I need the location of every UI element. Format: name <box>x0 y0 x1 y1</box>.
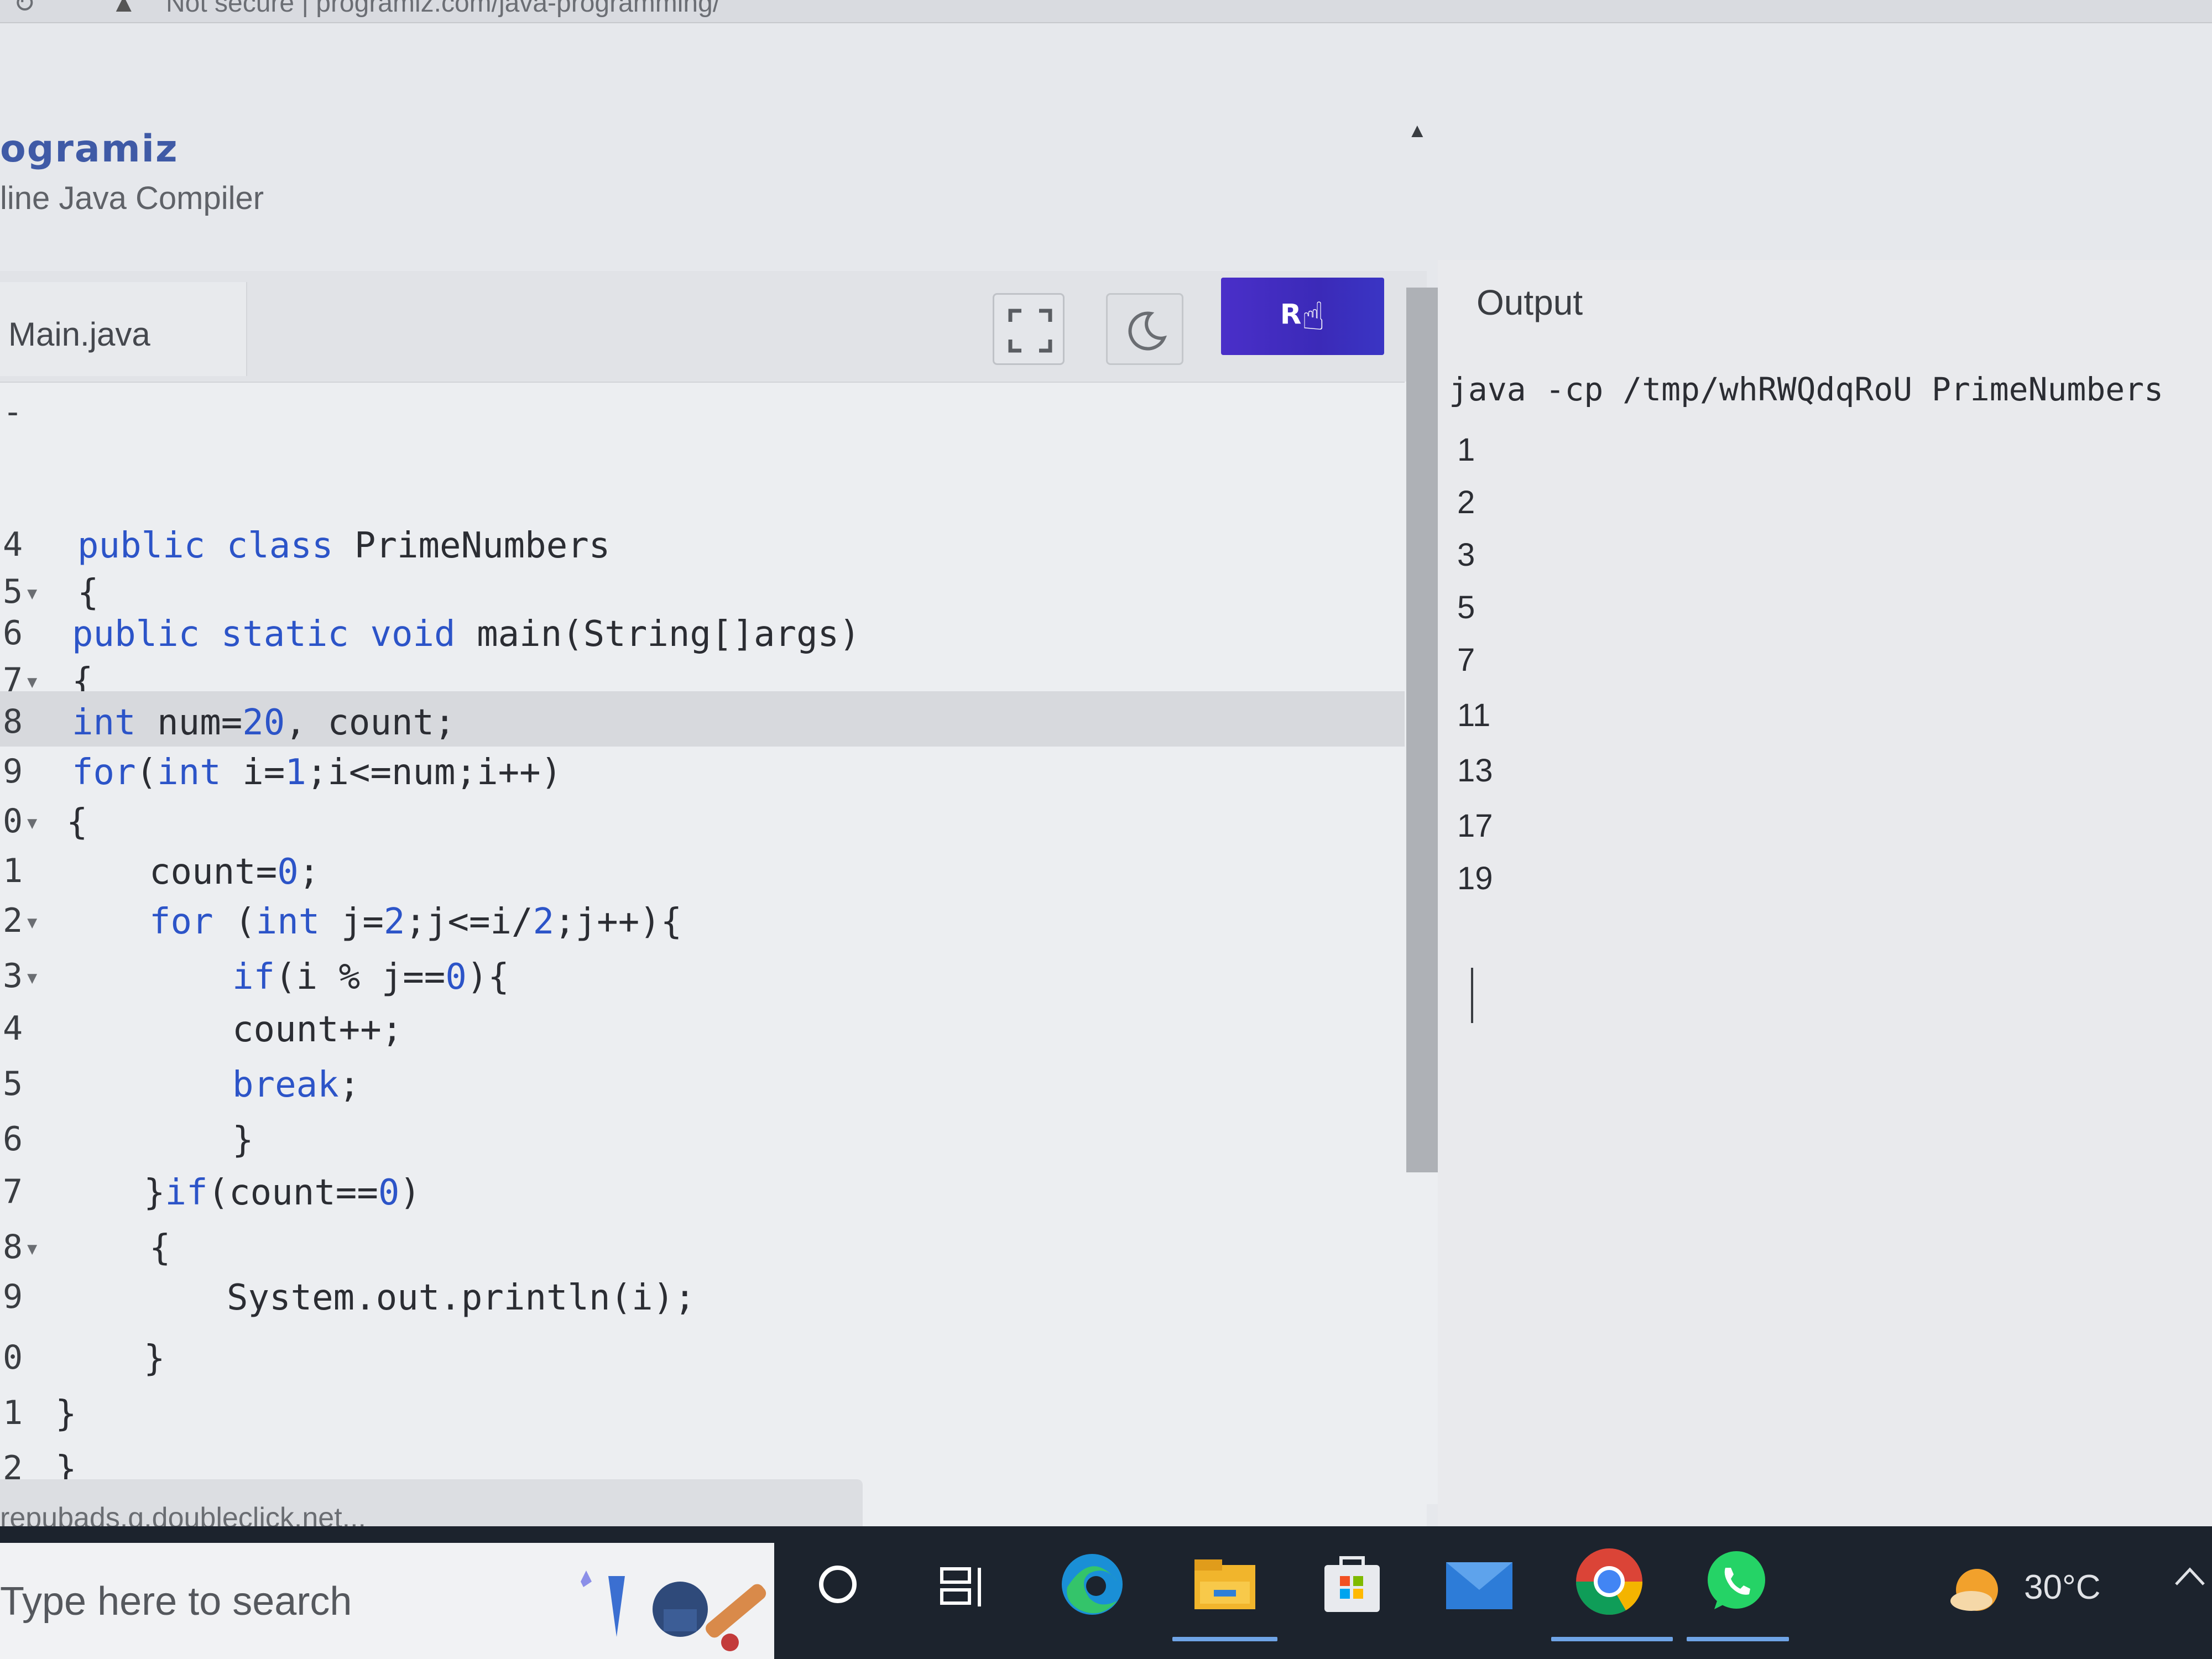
microsoft-store-icon[interactable] <box>1319 1551 1385 1618</box>
fold-arrow-icon[interactable]: ▼ <box>27 968 37 988</box>
code-text: count=0; <box>149 852 320 893</box>
code-text: } <box>144 1338 165 1379</box>
line-number: 9 <box>3 752 23 791</box>
code-text: int num=20, count; <box>72 702 456 743</box>
taskbar-search-placeholder: Type here to search <box>0 1579 352 1624</box>
output-line: 19 <box>1457 860 1493 896</box>
weather-sun-icon[interactable] <box>1947 1565 2002 1620</box>
code-line[interactable]: 5 break; <box>0 1053 1405 1109</box>
line-number: 3 ▼ <box>3 957 38 995</box>
output-header: Output <box>1477 283 1583 322</box>
whatsapp-running-indicator <box>1687 1637 1789 1641</box>
fold-arrow-icon[interactable]: ▼ <box>27 672 37 692</box>
address-url[interactable]: Not secure | programiz.com/java-programm… <box>166 0 720 18</box>
mail-icon[interactable] <box>1443 1554 1515 1615</box>
code-line[interactable]: 8 ▼ { <box>0 1217 1405 1272</box>
page-subtitle: line Java Compiler <box>0 180 264 216</box>
code-text: { <box>66 802 88 843</box>
chrome-icon[interactable] <box>1571 1543 1648 1620</box>
line-number: 4 <box>3 525 23 564</box>
weather-temperature[interactable]: 30°C <box>2024 1568 2101 1607</box>
code-line[interactable]: 9 for(int i=1;i<=num;i++) <box>0 741 1405 796</box>
file-explorer-icon[interactable] <box>1189 1548 1261 1620</box>
line-number: 1 <box>3 1394 23 1432</box>
code-text: } <box>232 1120 254 1161</box>
line-number: 0 ▼ <box>3 802 38 841</box>
line-number: 2 ▼ <box>3 901 38 940</box>
code-line[interactable]: 6} <box>0 1109 1405 1164</box>
fold-arrow-icon[interactable]: ▼ <box>27 1239 37 1259</box>
line-number: 1 <box>3 852 23 890</box>
code-line[interactable]: 2 ▼ for (int j=2;j<=i/2;j++){ <box>0 890 1405 946</box>
code-text: break; <box>232 1065 361 1105</box>
code-text: count++; <box>232 1009 403 1050</box>
fold-arrow-icon[interactable]: ▼ <box>27 813 37 833</box>
code-line[interactable]: 8 int num=20, count; <box>0 691 1405 747</box>
line-number: - <box>3 393 23 431</box>
output-line: 13 <box>1457 753 1493 789</box>
fold-arrow-icon[interactable]: ▼ <box>27 584 37 603</box>
code-line[interactable]: 7 }if(count==0) <box>0 1161 1405 1217</box>
code-line[interactable]: 1 count=0; <box>0 841 1405 896</box>
output-line: 2 <box>1457 484 1475 520</box>
output-caret <box>1471 968 1473 1023</box>
code-text: public class PrimeNumbers <box>77 525 611 566</box>
output-line: 7 <box>1457 642 1475 678</box>
line-number: 9 <box>3 1277 23 1316</box>
output-line: 5 <box>1457 589 1475 625</box>
active-app-indicator <box>1172 1637 1277 1641</box>
code-line[interactable]: 3 ▼ if(i % j==0){ <box>0 946 1405 1001</box>
code-text: System.out.println(i); <box>227 1277 696 1318</box>
url-text: programiz.com/java-programming/ <box>316 0 721 18</box>
security-label: Not secure <box>166 0 295 18</box>
windows-taskbar: Type here to search 30°C <box>0 1526 2212 1659</box>
code-line[interactable]: 9 System.out.println(i); <box>0 1266 1405 1322</box>
code-text: for(int i=1;i<=num;i++) <box>72 752 562 793</box>
line-number: 5 <box>3 1065 23 1103</box>
scroll-up-arrow-icon[interactable]: ▲ <box>1407 119 1427 142</box>
line-number: 0 <box>3 1338 23 1377</box>
code-text: if(i % j==0){ <box>232 957 509 998</box>
output-line: 3 <box>1457 537 1475 573</box>
warning-icon: ▲ <box>111 0 137 18</box>
chevron-up-icon[interactable] <box>2173 1565 2206 1587</box>
code-text: } <box>55 1394 77 1434</box>
line-number: 8 ▼ <box>3 1228 38 1266</box>
cortana-icon[interactable] <box>816 1562 860 1606</box>
search-highlight-icon[interactable] <box>570 1565 774 1659</box>
line-number: 4 <box>3 1009 23 1048</box>
code-text: }if(count==0) <box>144 1172 421 1213</box>
output-line: 11 <box>1457 697 1491 733</box>
taskbar-search-box[interactable]: Type here to search <box>0 1543 774 1659</box>
site-header: ogramiz line Java Compiler <box>0 105 2212 271</box>
editor-scrollbar-thumb[interactable] <box>1406 288 1441 1172</box>
whatsapp-icon[interactable] <box>1700 1546 1772 1618</box>
output-line: 17 <box>1457 808 1493 844</box>
editor-panel: Main.java R☝ -4 public class PrimeNumbers… <box>0 271 1438 1526</box>
code-line[interactable]: 0 ▼ { <box>0 791 1405 846</box>
output-panel: Output java -cp /tmp/whRWQdqRoU PrimeNum… <box>1438 260 2212 1526</box>
output-command-line: java -cp /tmp/whRWQdqRoU PrimeNumbers <box>1449 371 2164 408</box>
code-line[interactable]: - <box>0 382 1405 437</box>
browser-address-bar: ↻ ▲ Not secure | programiz.com/java-prog… <box>0 0 2212 23</box>
line-number: 6 <box>3 1120 23 1159</box>
edge-icon[interactable] <box>1056 1548 1128 1620</box>
code-editor[interactable]: - 4 public class PrimeNumbers 5 ▼ {6 public st… <box>0 271 1427 1490</box>
line-number: 8 <box>3 702 23 741</box>
chrome-running-indicator <box>1551 1637 1673 1641</box>
task-view-icon[interactable] <box>937 1562 987 1612</box>
code-text: public static void main(String[]args) <box>72 614 860 655</box>
reload-icon[interactable]: ↻ <box>13 0 35 19</box>
brand-logo-text[interactable]: ogramiz <box>0 127 179 171</box>
fold-arrow-icon[interactable]: ▼ <box>27 913 37 932</box>
line-number: 7 <box>3 1172 23 1211</box>
code-text: for (int j=2;j<=i/2;j++){ <box>149 901 682 942</box>
output-console: java -cp /tmp/whRWQdqRoU PrimeNumbers 1 2… <box>1449 371 2212 1477</box>
code-line[interactable]: 1} <box>0 1383 1405 1438</box>
code-line[interactable]: 0} <box>0 1327 1405 1383</box>
code-text: { <box>149 1228 171 1269</box>
output-line: 1 <box>1457 432 1475 468</box>
code-line[interactable]: 4 count++; <box>0 998 1405 1053</box>
line-number: 6 <box>3 614 23 653</box>
